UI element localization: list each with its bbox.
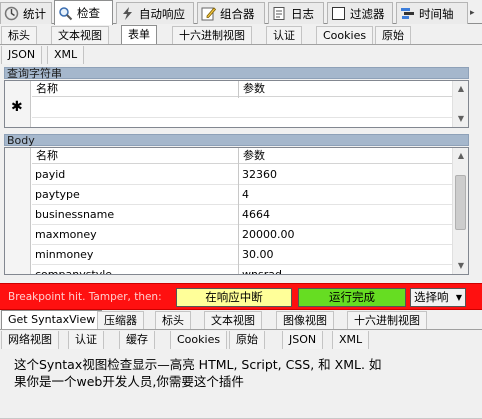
column-header-name[interactable]: 名称 — [32, 148, 238, 164]
tab-autoresponder[interactable]: 自动响应 — [116, 2, 194, 24]
response-tab-caching[interactable]: 缓存 — [119, 331, 155, 349]
timeline-icon — [400, 6, 415, 21]
tab-label: 组合器 — [220, 6, 255, 21]
query-scrollbar[interactable]: ▲ ▼ — [452, 81, 468, 127]
breakpoint-bar: Breakpoint hit. Tamper, then: 在响应中断 运行完成… — [0, 283, 482, 310]
body-row-value[interactable]: 20000.00 — [239, 225, 452, 245]
request-tab-auth[interactable]: 认证 — [266, 26, 302, 44]
request-tab-hexview[interactable]: 十六进制视图 — [172, 26, 252, 44]
body-grid: 名称 参数 payid 32360 paytype 4 businessname… — [4, 147, 469, 275]
stats-icon — [4, 6, 19, 21]
body-row-name[interactable]: companystyle — [32, 265, 238, 274]
scroll-down-arrow-icon[interactable]: ▼ — [453, 111, 468, 127]
syntaxview-message-line-2: 果你是一个web开发人员,你需要这个插件 — [14, 374, 244, 389]
composer-icon — [201, 6, 217, 21]
request-tab-json[interactable]: JSON — [1, 46, 43, 64]
tab-scroll-right-icon[interactable]: ▸ — [470, 3, 482, 23]
request-tab-headers[interactable]: 标头 — [1, 26, 37, 44]
response-tab-transformer[interactable]: 压缩器 — [97, 311, 144, 329]
tab-label: 统计 — [23, 6, 46, 21]
request-tab-row-1: 标头 文本视图 表单 十六进制视图 认证 Cookies 原始 — [0, 25, 482, 45]
response-tab-raw[interactable]: 原始 — [229, 331, 265, 349]
checkbox-icon — [331, 6, 346, 21]
tab-label: 检查 — [77, 6, 100, 20]
response-tab-imageview[interactable]: 图像视图 — [276, 311, 334, 329]
body-row-name[interactable]: minmoney — [32, 245, 238, 265]
body-scrollbar[interactable]: ▲ ▼ — [452, 148, 468, 274]
body-row-value[interactable]: 4664 — [239, 205, 452, 225]
tab-label: 过滤器 — [350, 6, 385, 21]
body-row-name[interactable]: paytype — [32, 185, 238, 205]
response-tab-webview[interactable]: 网络视图 — [1, 331, 59, 349]
break-on-response-button[interactable]: 在响应中断 — [176, 288, 292, 307]
tab-filters[interactable]: 过滤器 — [327, 2, 393, 24]
tab-label: 时间轴 — [419, 6, 454, 21]
new-row-marker: ✱ — [11, 99, 23, 115]
scroll-down-arrow-icon[interactable]: ▼ — [453, 258, 468, 274]
body-row-name[interactable]: maxmoney — [32, 225, 238, 245]
response-tab-auth[interactable]: 认证 — [68, 331, 104, 349]
response-tab-headers[interactable]: 标头 — [155, 311, 191, 329]
query-new-row[interactable] — [32, 98, 452, 118]
response-tab-syntaxview[interactable]: Get SyntaxView — [1, 310, 103, 330]
column-header-value[interactable]: 参数 — [239, 148, 452, 164]
body-row-value[interactable]: 32360 — [239, 165, 452, 185]
choose-response-label: 选择响 — [414, 290, 449, 304]
tab-label: 日志 — [291, 6, 314, 21]
column-header-name[interactable]: 名称 — [32, 81, 238, 97]
request-tab-raw[interactable]: 原始 — [375, 26, 411, 44]
query-string-header: 查询字符串 — [4, 67, 469, 80]
tab-log[interactable]: 日志 — [268, 2, 324, 24]
request-tab-cookies[interactable]: Cookies — [316, 26, 374, 44]
breakpoint-label: Breakpoint hit. Tamper, then: — [8, 291, 162, 303]
row-header-column — [5, 148, 31, 274]
syntaxview-message: 这个Syntax视图检查显示—高亮 HTML, Script, CSS, 和 X… — [14, 356, 474, 390]
response-tab-row-2: 网络视图 认证 缓存 Cookies 原始 JSON XML — [0, 330, 482, 350]
run-to-completion-button[interactable]: 运行完成 — [298, 288, 406, 307]
tab-statistics[interactable]: 统计 — [0, 2, 52, 24]
choose-response-dropdown[interactable]: 选择响 ▼ — [410, 288, 466, 307]
response-tab-hexview[interactable]: 十六进制视图 — [347, 311, 427, 329]
scroll-up-arrow-icon[interactable]: ▲ — [453, 81, 468, 97]
request-tab-webforms[interactable]: 表单 — [121, 25, 157, 45]
tab-timeline[interactable]: 时间轴 — [396, 2, 468, 24]
scroll-up-arrow-icon[interactable]: ▲ — [453, 148, 468, 164]
column-header-value[interactable]: 参数 — [239, 81, 452, 97]
tool-tab-strip: 统计 检查 自动响应 组合器 日志 过滤器 时间轴 ▸ — [0, 0, 482, 25]
response-tab-row-1: Get SyntaxView 压缩器 标头 文本视图 图像视图 十六进制视图 — [0, 310, 482, 330]
response-tab-json[interactable]: JSON — [282, 331, 324, 349]
body-row-value[interactable]: 30.00 — [239, 245, 452, 265]
tab-composer[interactable]: 组合器 — [197, 2, 265, 24]
tab-inspectors[interactable]: 检查 — [54, 0, 113, 25]
query-string-grid: 名称 参数 ✱ ▲ ▼ — [4, 80, 469, 128]
inspect-icon — [58, 6, 73, 21]
response-tab-cookies[interactable]: Cookies — [170, 331, 228, 349]
body-row-value[interactable]: wnsrad — [239, 265, 452, 274]
response-tab-xml[interactable]: XML — [332, 331, 370, 349]
scrollbar-thumb[interactable] — [455, 175, 466, 230]
body-row-value[interactable]: 4 — [239, 185, 452, 205]
dropdown-arrow-icon: ▼ — [455, 293, 462, 302]
syntaxview-message-line-1: 这个Syntax视图检查显示—高亮 HTML, Script, CSS, 和 X… — [14, 357, 382, 372]
request-tab-row-2: JSON XML — [0, 45, 482, 65]
tab-label: 自动响应 — [139, 6, 185, 21]
body-section-header: Body — [4, 134, 469, 147]
request-tab-xml[interactable]: XML — [47, 46, 85, 64]
request-tab-textview[interactable]: 文本视图 — [51, 26, 109, 44]
log-icon — [272, 6, 287, 21]
body-row-name[interactable]: payid — [32, 165, 238, 185]
response-tab-textview[interactable]: 文本视图 — [204, 311, 262, 329]
lightning-icon — [120, 6, 135, 21]
body-row-name[interactable]: businessname — [32, 205, 238, 225]
